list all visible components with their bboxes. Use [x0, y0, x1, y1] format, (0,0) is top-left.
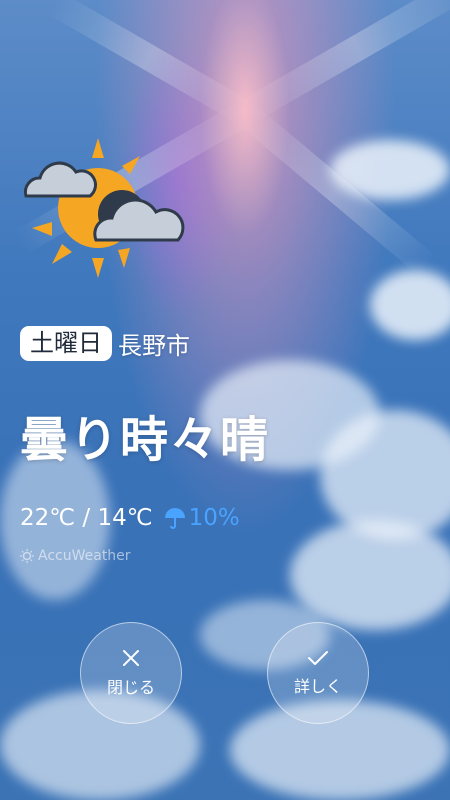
day-badge: 土曜日: [20, 326, 112, 361]
close-icon: [123, 650, 139, 666]
close-button-label: 閉じる: [106, 678, 155, 697]
close-button[interactable]: 閉じる: [80, 622, 182, 724]
city-name: 長野市: [118, 332, 190, 360]
high-temperature: 22℃: [20, 505, 76, 531]
provider-attribution: AccuWeather: [20, 548, 131, 564]
umbrella-icon: [164, 508, 185, 529]
weather-condition: 曇り時々晴: [20, 412, 271, 468]
details-button[interactable]: 詳しく: [267, 622, 369, 724]
sun-behind-clouds-icon: [18, 138, 188, 278]
details-button-label: 詳しく: [293, 677, 342, 696]
temperature-separator: /: [75, 505, 98, 531]
sky-cloud: [330, 140, 450, 200]
precipitation: 10%: [163, 505, 240, 531]
precipitation-value: 10%: [188, 505, 240, 531]
checkmark-icon: [308, 651, 328, 665]
temperature-row: 22℃ / 14℃ 10%: [20, 505, 240, 531]
low-temperature: 14℃: [97, 505, 153, 531]
sky-cloud: [370, 270, 450, 340]
accuweather-sun-icon: [20, 549, 34, 563]
provider-name: AccuWeather: [38, 548, 131, 564]
